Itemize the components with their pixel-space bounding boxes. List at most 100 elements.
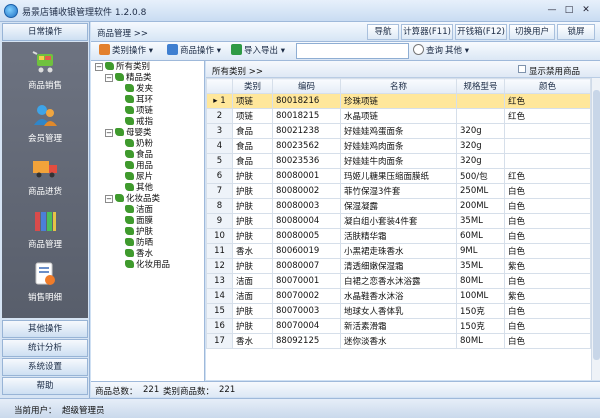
table-row[interactable]: 13 洁面 80070001 白裙之恋香水沐浴露 80ML 白色: [206, 273, 591, 289]
cell-spec[interactable]: 35ML: [456, 258, 505, 274]
column-header-color[interactable]: 颜色: [504, 78, 591, 94]
cell-name[interactable]: 好娃娃鸡肉面条: [340, 138, 457, 154]
tree-node[interactable]: 发夹: [125, 84, 153, 95]
cell-spec[interactable]: 250ML: [456, 183, 505, 199]
tree-node[interactable]: 洁面: [125, 205, 153, 216]
cell-color[interactable]: 紫色: [504, 288, 591, 304]
close-icon[interactable]: ✕: [579, 4, 593, 17]
cell-category[interactable]: 护肤: [232, 168, 273, 184]
tree-node-group[interactable]: − 化妆品类: [105, 194, 160, 205]
cell-name[interactable]: 清透细嫩保湿霜: [340, 258, 457, 274]
cell-color[interactable]: [504, 138, 591, 154]
cell-color[interactable]: 红色: [504, 108, 591, 124]
sidebar-item-purchase[interactable]: 商品进货: [2, 152, 88, 202]
show-disabled-checkbox[interactable]: [518, 65, 526, 73]
query-button[interactable]: 查询: [413, 44, 443, 59]
tree-node[interactable]: 戒指: [125, 117, 153, 128]
cell-category[interactable]: 香水: [232, 243, 273, 259]
cell-code[interactable]: 80018215: [272, 108, 341, 124]
cell-color[interactable]: 白色: [504, 213, 591, 229]
sidebar-header-settings[interactable]: 系统设置: [2, 358, 88, 376]
cell-name[interactable]: 迷你淡香水: [340, 333, 457, 349]
tree-node[interactable]: 香水: [125, 249, 153, 260]
cell-spec[interactable]: [456, 108, 505, 124]
cell-category[interactable]: 护肤: [232, 228, 273, 244]
cell-code[interactable]: 80080007: [272, 258, 341, 274]
cell-category[interactable]: 护肤: [232, 213, 273, 229]
minimize-icon[interactable]: —: [545, 4, 559, 17]
cell-spec[interactable]: 150克: [456, 318, 505, 334]
cell-code[interactable]: 80080001: [272, 168, 341, 184]
cell-code[interactable]: 80023536: [272, 153, 341, 169]
table-row[interactable]: 4 食品 80023562 好娃娃鸡肉面条 320g: [206, 138, 591, 154]
other-button[interactable]: 其他 ▾: [445, 44, 469, 59]
column-header-category[interactable]: 类别: [232, 78, 273, 94]
cell-color[interactable]: 白色: [504, 243, 591, 259]
cell-spec[interactable]: 9ML: [456, 243, 505, 259]
cell-spec[interactable]: 80ML: [456, 273, 505, 289]
table-row[interactable]: 14 洁面 80070002 水晶鞋香水沐浴 100ML 紫色: [206, 288, 591, 304]
cell-name[interactable]: 地球女人香体乳: [340, 303, 457, 319]
column-header-name[interactable]: 名称: [340, 78, 457, 94]
tree-node[interactable]: 化妆用品: [125, 260, 170, 271]
cell-code[interactable]: 80070002: [272, 288, 341, 304]
column-header-spec[interactable]: 规格型号: [456, 78, 505, 94]
tree-node-root[interactable]: − 所有类别: [95, 62, 150, 73]
cell-category[interactable]: 香水: [232, 333, 273, 349]
tree-node[interactable]: 护肤: [125, 227, 153, 238]
cell-color[interactable]: 白色: [504, 333, 591, 349]
category-ops-button[interactable]: 类别操作 ▾: [99, 44, 153, 59]
tree-node[interactable]: 食品: [125, 150, 153, 161]
cell-code[interactable]: 80070004: [272, 318, 341, 334]
cell-color[interactable]: 红色: [504, 93, 591, 109]
tree-node[interactable]: 耳环: [125, 95, 153, 106]
cell-name[interactable]: 白裙之恋香水沐浴露: [340, 273, 457, 289]
cell-spec[interactable]: 100ML: [456, 288, 505, 304]
table-row[interactable]: 9 护肤 80080004 凝白组小套装4件套 35ML 白色: [206, 213, 591, 229]
sidebar-header-other[interactable]: 其他操作: [2, 320, 88, 338]
sidebar-item-products[interactable]: 商品管理: [2, 205, 88, 255]
cell-code[interactable]: 80080005: [272, 228, 341, 244]
sidebar-header-help[interactable]: 帮助: [2, 377, 88, 395]
cell-name[interactable]: 新活素滑霜: [340, 318, 457, 334]
tree-node[interactable]: 尿片: [125, 172, 153, 183]
table-row[interactable]: 15 护肤 80070003 地球女人香体乳 150克 白色: [206, 303, 591, 319]
cell-code[interactable]: 80070003: [272, 303, 341, 319]
table-row[interactable]: 8 护肤 80080003 保湿凝露 200ML 白色: [206, 198, 591, 214]
table-row[interactable]: 3 食品 80021238 好娃娃鸡蛋面条 320g: [206, 123, 591, 139]
cell-spec[interactable]: 60ML: [456, 228, 505, 244]
cell-name[interactable]: 小黑裙走珠香水: [340, 243, 457, 259]
cell-name[interactable]: 水晶鞋香水沐浴: [340, 288, 457, 304]
tree-node[interactable]: 防晒: [125, 238, 153, 249]
cell-name[interactable]: 保湿凝露: [340, 198, 457, 214]
sidebar-item-sales-detail[interactable]: 销售明细: [2, 258, 88, 308]
table-row[interactable]: 12 护肤 80080007 清透细嫩保湿霜 35ML 紫色: [206, 258, 591, 274]
cell-color[interactable]: 白色: [504, 228, 591, 244]
cell-category[interactable]: 护肤: [232, 183, 273, 199]
cell-category[interactable]: 洁面: [232, 273, 273, 289]
calculator-button[interactable]: 计算器(F11): [401, 24, 453, 40]
cell-code[interactable]: 80018216: [272, 93, 341, 109]
tree-node[interactable]: 用品: [125, 161, 153, 172]
cell-category[interactable]: 食品: [232, 123, 273, 139]
cell-code[interactable]: 80080003: [272, 198, 341, 214]
vertical-scrollbar[interactable]: [591, 78, 600, 380]
switch-user-button[interactable]: 切换用户: [509, 24, 555, 40]
cell-name[interactable]: 活肤精华霜: [340, 228, 457, 244]
cell-category[interactable]: 洁面: [232, 288, 273, 304]
tree-node[interactable]: 项链: [125, 106, 153, 117]
cell-category[interactable]: 食品: [232, 153, 273, 169]
cell-color[interactable]: 白色: [504, 273, 591, 289]
cell-color[interactable]: 白色: [504, 183, 591, 199]
table-row[interactable]: 6 护肤 80080001 玛姬儿糖果压缩面膜纸 500/包 红色: [206, 168, 591, 184]
nav-button[interactable]: 导航: [367, 24, 399, 40]
cell-category[interactable]: 护肤: [232, 258, 273, 274]
import-export-button[interactable]: 导入导出 ▾: [231, 44, 285, 59]
cell-category[interactable]: 护肤: [232, 198, 273, 214]
cell-spec[interactable]: [456, 93, 505, 109]
cell-category[interactable]: 护肤: [232, 318, 273, 334]
cell-spec[interactable]: 35ML: [456, 213, 505, 229]
scrollbar-thumb[interactable]: [593, 90, 600, 360]
cell-category[interactable]: 项链: [232, 108, 273, 124]
table-row[interactable]: 10 护肤 80080005 活肤精华霜 60ML 白色: [206, 228, 591, 244]
